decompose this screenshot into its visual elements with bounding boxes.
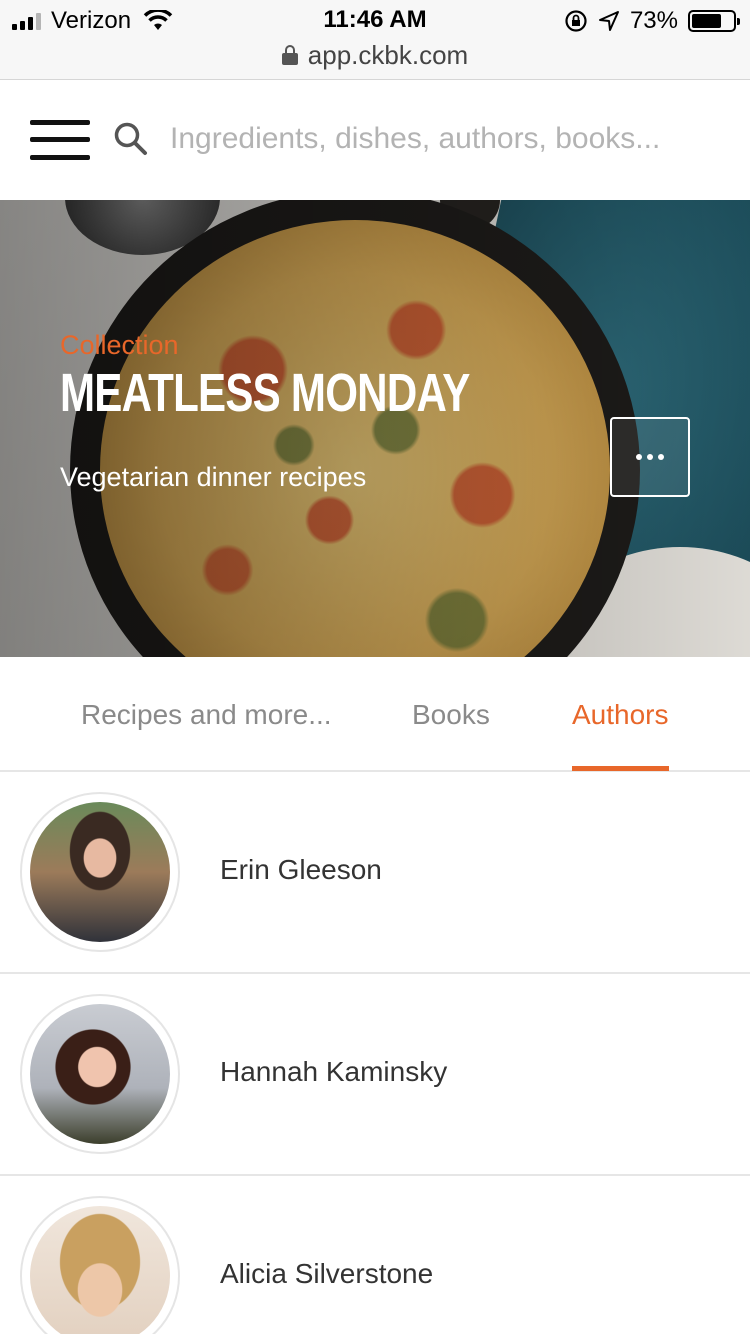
battery-icon	[688, 10, 740, 32]
author-photo	[30, 1206, 170, 1334]
search-icon[interactable]	[112, 120, 148, 156]
author-row[interactable]: Alicia Silverstone	[0, 1176, 750, 1334]
collection-subtitle: Vegetarian dinner recipes	[60, 462, 367, 492]
collection-tabs: Recipes and more... Books Authors	[0, 657, 750, 772]
avatar	[20, 994, 180, 1154]
author-row[interactable]: Erin Gleeson	[0, 772, 750, 974]
rotation-lock-icon	[565, 10, 587, 32]
address-bar[interactable]: app.ckbk.com	[0, 38, 750, 72]
browser-status-bar: Verizon 11:46 AM 73% app.ckbk.com	[0, 0, 750, 80]
collection-title: MEATLESS MONDAY	[60, 363, 470, 423]
more-options-button[interactable]	[610, 417, 690, 497]
dot-icon	[658, 454, 664, 460]
author-row[interactable]: Hannah Kaminsky	[0, 974, 750, 1176]
tab-recipes[interactable]: Recipes and more...	[81, 699, 332, 731]
author-name: Hannah Kaminsky	[220, 1056, 448, 1087]
author-photo	[30, 1004, 170, 1144]
author-photo	[30, 802, 170, 942]
status-right: 73%	[564, 6, 740, 36]
dot-icon	[636, 454, 642, 460]
battery-percent: 73%	[629, 7, 678, 34]
search-input[interactable]	[170, 114, 730, 164]
dot-icon	[647, 454, 653, 460]
location-arrow-icon	[598, 11, 619, 31]
collection-kicker: Collection	[60, 330, 179, 360]
author-name: Alicia Silverstone	[220, 1258, 434, 1289]
active-tab-indicator	[572, 766, 669, 771]
app-header	[0, 80, 750, 200]
author-name: Erin Gleeson	[220, 854, 382, 885]
lock-icon	[281, 45, 298, 65]
avatar	[20, 1196, 180, 1334]
url-text: app.ckbk.com	[307, 39, 469, 70]
menu-icon[interactable]	[30, 120, 90, 160]
tab-books[interactable]: Books	[412, 699, 490, 731]
avatar	[20, 792, 180, 952]
tab-authors[interactable]: Authors	[572, 699, 669, 731]
collection-hero: Collection MEATLESS MONDAY Vegetarian di…	[0, 200, 750, 657]
